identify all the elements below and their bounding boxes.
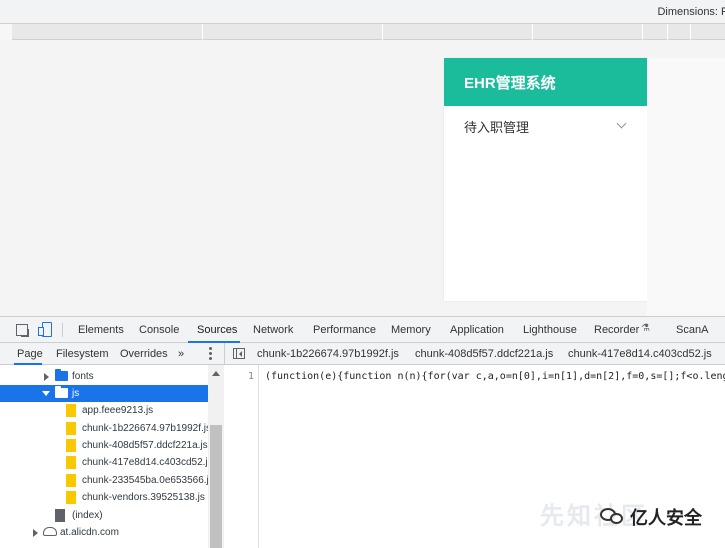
viewport-right-strip <box>647 58 725 316</box>
expand-arrow-icon <box>44 373 49 381</box>
line-number: 1 <box>247 371 254 382</box>
watermark-brand: 亿人安全 <box>630 508 702 528</box>
more-options-icon[interactable] <box>209 347 212 360</box>
nav-tab-filesystem[interactable]: Filesystem <box>56 348 109 360</box>
tree-file[interactable]: chunk-vendors.39525138.js <box>0 489 208 506</box>
tree-file[interactable]: chunk-417e8d14.c403cd52.js <box>0 454 213 471</box>
divider <box>224 343 225 365</box>
tree-folder-fonts[interactable]: fonts <box>0 368 208 385</box>
tab-network[interactable]: Network <box>253 324 293 336</box>
watermark: 先知社区 亿人安全 <box>500 490 725 548</box>
tree-label: (index) <box>72 510 103 521</box>
toggle-navigator-icon[interactable] <box>233 348 245 359</box>
tree-file[interactable]: chunk-408d5f57.ddcf221a.js <box>0 437 208 454</box>
tree-folder-js[interactable]: js <box>0 385 208 402</box>
tree-file[interactable]: chunk-1b226674.97b1992f.js <box>0 420 211 437</box>
tree-label: chunk-417e8d14.c403cd52.js <box>82 457 213 468</box>
code-line: (function(e){function n(n){for(var c,a,o… <box>265 371 725 382</box>
divider <box>62 323 63 337</box>
sources-subbar: Page Filesystem Overrides » chunk-1b2266… <box>0 343 725 365</box>
tree-label: chunk-233545ba.0e653566.js <box>82 475 214 486</box>
js-file-icon <box>66 422 76 435</box>
experiment-flask-icon: ⚗ <box>641 323 650 334</box>
app-sidebar: EHR管理系统 待入职管理 <box>444 58 647 301</box>
device-toggle-icon[interactable] <box>38 322 52 337</box>
js-file-icon <box>66 474 76 487</box>
editor-tab-2[interactable]: chunk-408d5f57.ddcf221a.js <box>415 348 553 360</box>
devtools-main-tabbar: Elements Console Sources Network Perform… <box>0 317 725 343</box>
screenshot-root: Dimensions: R EHR管理系统 待入职管理 Elements Con… <box>0 0 725 548</box>
js-file-icon <box>66 491 76 504</box>
inspect-element-icon[interactable] <box>16 324 28 336</box>
editor-tab-3[interactable]: chunk-417e8d14.c403cd52.js <box>568 348 712 360</box>
tab-recorder[interactable]: Recorder <box>594 324 639 336</box>
menu-item-onboarding[interactable]: 待入职管理 <box>444 106 647 146</box>
folder-icon <box>55 369 68 381</box>
tab-application[interactable]: Application <box>450 324 504 336</box>
device-toolbar: Dimensions: R <box>0 0 725 24</box>
cloud-icon <box>43 527 57 536</box>
tab-performance[interactable]: Performance <box>313 324 376 336</box>
nav-tab-overrides[interactable]: Overrides <box>120 348 168 360</box>
tree-label: fonts <box>72 371 94 382</box>
editor-tab-1[interactable]: chunk-1b226674.97b1992f.js <box>257 348 399 360</box>
tree-label: js <box>72 388 80 399</box>
expand-arrow-icon <box>33 529 38 537</box>
tab-memory[interactable]: Memory <box>391 324 431 336</box>
tree-file[interactable]: app.feee9213.js <box>0 402 208 419</box>
file-navigator: fonts js app.feee9213.js chunk-1b226674.… <box>0 365 224 548</box>
menu-item-label: 待入职管理 <box>464 120 530 135</box>
dimensions-label[interactable]: Dimensions: R <box>657 6 725 18</box>
tree-file-index[interactable]: (index) <box>0 507 208 524</box>
tree-label: app.feee9213.js <box>82 405 154 416</box>
wechat-icon <box>600 506 624 526</box>
nav-tab-page[interactable]: Page <box>17 348 43 360</box>
js-file-icon <box>66 404 76 417</box>
line-gutter: 1 <box>225 365 259 548</box>
js-file-icon <box>66 439 76 452</box>
app-title: EHR管理系统 <box>444 58 647 106</box>
collapse-arrow-icon <box>42 391 50 396</box>
document-icon <box>55 509 65 522</box>
folder-icon <box>55 386 68 398</box>
navigator-scroll-thumb[interactable] <box>210 425 222 548</box>
more-tabs-icon[interactable]: » <box>178 348 184 360</box>
js-file-icon <box>66 456 76 469</box>
tab-lighthouse[interactable]: Lighthouse <box>523 324 577 336</box>
tree-file[interactable]: chunk-233545ba.0e653566.js <box>0 472 214 489</box>
tab-scan[interactable]: ScanA <box>676 324 708 336</box>
tree-label: chunk-vendors.39525138.js <box>82 492 205 503</box>
tab-elements[interactable]: Elements <box>78 324 124 336</box>
tab-console[interactable]: Console <box>139 324 179 336</box>
tree-label: at.alicdn.com <box>60 527 119 538</box>
tab-sources[interactable]: Sources <box>197 324 237 336</box>
scroll-up-arrow-icon[interactable] <box>212 371 220 376</box>
page-viewport: EHR管理系统 待入职管理 <box>0 40 725 316</box>
tree-domain[interactable]: at.alicdn.com <box>0 524 208 541</box>
media-query-ruler[interactable] <box>12 24 725 40</box>
tree-label: chunk-408d5f57.ddcf221a.js <box>82 440 208 451</box>
tree-label: chunk-1b226674.97b1992f.js <box>82 423 211 434</box>
chevron-down-icon <box>616 118 627 129</box>
